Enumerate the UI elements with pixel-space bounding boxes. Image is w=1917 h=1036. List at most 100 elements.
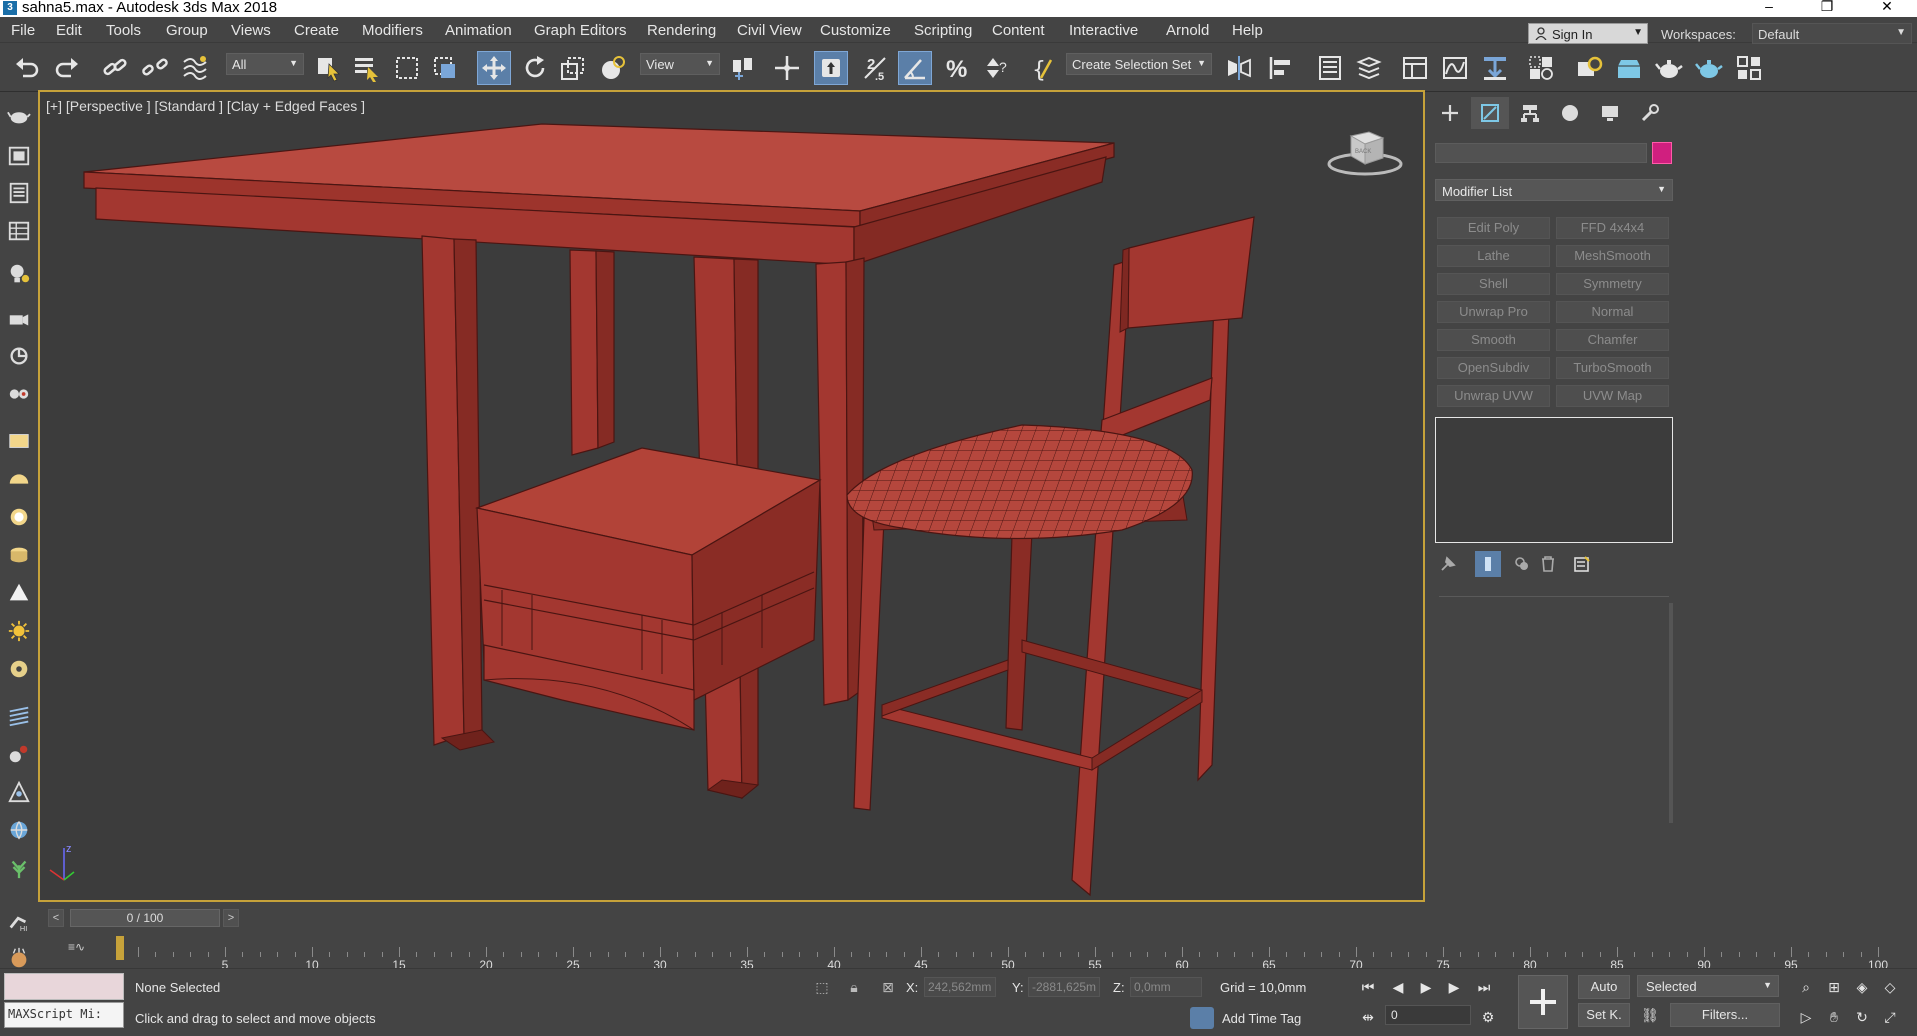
teapot-icon[interactable] — [6, 103, 32, 129]
menu-help[interactable]: Help — [1232, 22, 1263, 39]
time-slider-next-button[interactable]: > — [223, 909, 239, 927]
render-active-shade-button[interactable] — [1692, 51, 1726, 85]
set-key-button[interactable]: Set K. — [1578, 1003, 1630, 1027]
named-selection-sets-dropdown[interactable]: Create Selection Set ▼ — [1066, 53, 1212, 75]
zoom-extents-all-icon[interactable]: ◇ — [1878, 975, 1902, 999]
go-to-end-button[interactable]: ⏭ — [1472, 975, 1496, 999]
menu-create[interactable]: Create — [294, 22, 339, 39]
modifier-button-symmetry[interactable]: Symmetry — [1556, 273, 1669, 295]
restore-button[interactable]: ❐ — [1812, 0, 1842, 16]
percent-snap-button[interactable]: % — [940, 51, 974, 85]
render-production-button[interactable] — [1652, 51, 1686, 85]
auto-key-button[interactable]: Auto — [1578, 975, 1630, 999]
table-top[interactable] — [83, 123, 1115, 266]
link-button[interactable] — [98, 51, 132, 85]
torus-icon[interactable] — [6, 656, 32, 682]
align-button[interactable] — [1264, 51, 1298, 85]
play-button[interactable]: ▶︎ — [1414, 975, 1438, 999]
object-name-field[interactable] — [1435, 143, 1647, 163]
menu-animation[interactable]: Animation — [445, 22, 512, 39]
trash-icon[interactable] — [1535, 551, 1561, 577]
modifier-button-uvw-map[interactable]: UVW Map — [1556, 385, 1669, 407]
sun-icon[interactable] — [6, 618, 32, 644]
maxscript-listener-output[interactable] — [4, 973, 124, 1000]
modifier-button-normal[interactable]: Normal — [1556, 301, 1669, 323]
configure-sets-icon[interactable] — [1569, 551, 1595, 577]
current-frame-marker[interactable] — [116, 936, 124, 960]
select-manipulate-button[interactable] — [770, 51, 804, 85]
modifier-button-opensubdiv[interactable]: OpenSubdiv — [1437, 357, 1550, 379]
helper-icon[interactable] — [6, 343, 32, 369]
perspective-viewport[interactable]: z [+] [Perspective ] [Standard ] [Clay +… — [38, 90, 1425, 902]
bind-space-warp-button[interactable] — [178, 51, 212, 85]
key-filter-dropdown[interactable]: Selected ▼ — [1637, 975, 1779, 997]
camera-icon[interactable] — [6, 306, 32, 332]
time-slider[interactable]: < 0 / 100 > — [38, 906, 1425, 930]
zoom-icon[interactable]: ⌕ — [1794, 975, 1818, 999]
plane-icon[interactable] — [6, 428, 32, 454]
show-end-result-icon[interactable] — [1475, 551, 1501, 577]
tab-motion[interactable] — [1551, 97, 1589, 129]
select-and-move-button[interactable] — [477, 51, 511, 85]
mirror-button[interactable] — [1222, 51, 1256, 85]
particle-grid-icon[interactable] — [6, 703, 32, 729]
menu-customize[interactable]: Customize — [820, 22, 891, 39]
globe-icon[interactable] — [6, 817, 32, 843]
pivot-center-button[interactable] — [726, 51, 760, 85]
key-mode-toggle-button[interactable]: ⇹ — [1356, 1005, 1380, 1029]
field-of-view-icon[interactable]: ▷ — [1794, 1005, 1818, 1029]
tab-utilities[interactable] — [1631, 97, 1669, 129]
menu-graph-editors[interactable]: Graph Editors — [534, 22, 627, 39]
modifier-button-edit-poly[interactable]: Edit Poly — [1437, 217, 1550, 239]
rectangular-selection-button[interactable] — [390, 51, 424, 85]
light-bulb-icon[interactable] — [6, 261, 32, 287]
close-button[interactable]: ✕ — [1872, 0, 1902, 16]
layer-explorer-button[interactable] — [1352, 51, 1386, 85]
curve-editor-mini-icon[interactable]: ≡∿ — [68, 940, 85, 954]
modifier-button-lathe[interactable]: Lathe — [1437, 245, 1550, 267]
grid-layout-icon[interactable] — [6, 218, 32, 244]
time-slider-thumb[interactable]: 0 / 100 — [70, 909, 220, 927]
space-warp-strip-icon[interactable] — [6, 381, 32, 407]
menu-tools[interactable]: Tools — [106, 22, 141, 39]
pan-view-icon[interactable]: ✋︎ — [1822, 1005, 1846, 1029]
maxscript-mini-listener[interactable]: MAXScript Mi: — [4, 1002, 124, 1028]
select-object-button[interactable] — [312, 51, 346, 85]
minimize-button[interactable]: – — [1754, 0, 1784, 16]
render-in-cloud-button[interactable] — [1732, 51, 1766, 85]
rendered-frame-window-button[interactable] — [1612, 51, 1646, 85]
unlink-button[interactable] — [138, 51, 172, 85]
menu-modifiers[interactable]: Modifiers — [362, 22, 423, 39]
make-unique-icon[interactable] — [1509, 551, 1535, 577]
workspace-dropdown[interactable]: Default ▼ — [1752, 23, 1912, 44]
next-frame-button[interactable]: ▶︎ — [1442, 975, 1466, 999]
sign-in-dropdown[interactable]: Sign In ▼ — [1528, 23, 1648, 44]
tab-hierarchy[interactable] — [1511, 97, 1549, 129]
menu-group[interactable]: Group — [166, 22, 208, 39]
orbit-icon[interactable]: ↻ — [1850, 1005, 1874, 1029]
key-filters-button[interactable]: Filters... — [1670, 1003, 1780, 1027]
edit-named-selection-button[interactable]: { — [1026, 51, 1060, 85]
undo-button[interactable] — [10, 51, 44, 85]
tab-create[interactable] — [1431, 97, 1469, 129]
menu-views[interactable]: Views — [231, 22, 271, 39]
table-cabinet[interactable] — [474, 447, 822, 731]
sphere-icon[interactable] — [6, 504, 32, 530]
key-filters-icon[interactable]: ⛓︎ — [1638, 1003, 1662, 1027]
render-setup-button[interactable] — [1572, 51, 1606, 85]
keyboard-shortcut-override-button[interactable] — [814, 51, 848, 85]
modifier-stack-view[interactable] — [1435, 417, 1673, 543]
selection-filter-dropdown[interactable]: All ▼ — [226, 53, 304, 75]
character-icon[interactable] — [6, 779, 32, 805]
pin-stack-icon[interactable] — [1435, 551, 1461, 577]
menu-content[interactable]: Content — [992, 22, 1045, 39]
schematic-view-button[interactable] — [1478, 51, 1512, 85]
cylinder-icon[interactable] — [6, 542, 32, 568]
modifier-button-shell[interactable]: Shell — [1437, 273, 1550, 295]
modifier-button-meshsmooth[interactable]: MeshSmooth — [1556, 245, 1669, 267]
hemisphere-icon[interactable] — [6, 466, 32, 492]
modifier-button-unwrap-uvw[interactable]: Unwrap UVW — [1437, 385, 1550, 407]
menu-civil-view[interactable]: Civil View — [737, 22, 802, 39]
scene-explorer-button[interactable] — [1313, 51, 1347, 85]
ik-icon[interactable]: HI — [6, 908, 32, 934]
